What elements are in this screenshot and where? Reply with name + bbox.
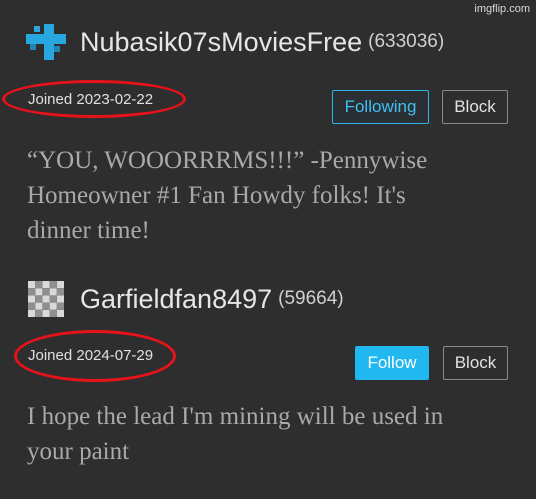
username-link[interactable]: Garfieldfan8497 bbox=[80, 284, 272, 315]
pixel-cross-icon[interactable] bbox=[26, 24, 66, 60]
joined-date: Joined 2023-02-22 bbox=[28, 91, 154, 108]
follow-button[interactable]: Follow bbox=[355, 346, 429, 380]
user-points: (59664) bbox=[278, 288, 344, 309]
user-points: (633036) bbox=[368, 31, 445, 52]
user-bio: “YOU, WOOORRRMS!!!” -Pennywise Homeowner… bbox=[27, 147, 428, 244]
joined-date: Joined 2024-07-29 bbox=[28, 347, 154, 364]
block-button[interactable]: Block bbox=[442, 90, 508, 124]
checkerboard-icon[interactable] bbox=[26, 281, 66, 317]
block-button[interactable]: Block bbox=[443, 346, 508, 380]
user-bio: I hope the lead I'm mining will be used … bbox=[27, 403, 444, 465]
username-link[interactable]: Nubasik07sMoviesFree bbox=[80, 27, 362, 58]
user-header-1: Nubasik07sMoviesFree (633036) bbox=[26, 24, 444, 60]
imgflip-watermark: imgflip.com bbox=[474, 3, 530, 15]
following-button[interactable]: Following bbox=[332, 90, 429, 124]
user-header-2: Garfieldfan8497 (59664) bbox=[26, 281, 344, 317]
